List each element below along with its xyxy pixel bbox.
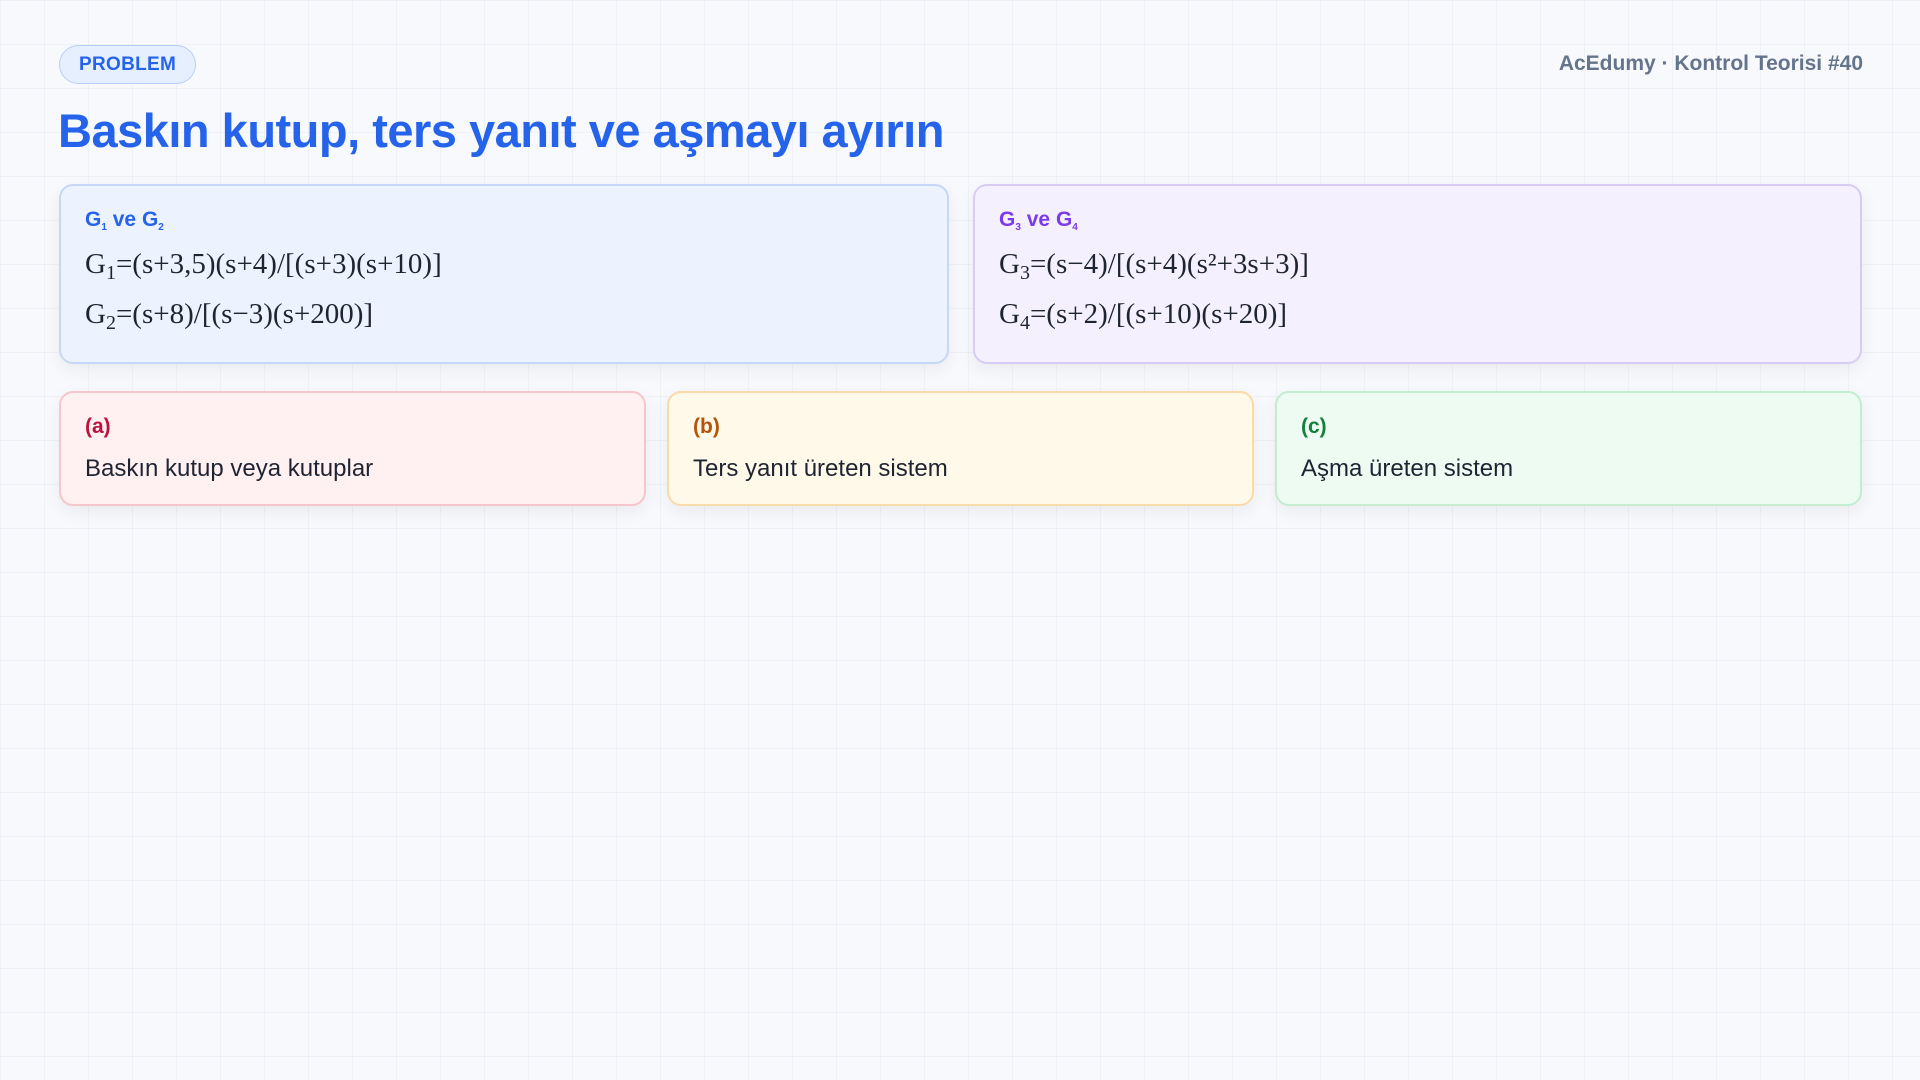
question-card-a: (a) Baskın kutup veya kutuplar (59, 391, 646, 506)
system-card-heading: G1 ve G2 (85, 208, 164, 233)
transfer-function-g3: G3=(s−4)/[(s+4)(s²+3s+3)] (999, 248, 1309, 284)
question-card-b: (b) Ters yanıt üreten sistem (667, 391, 1254, 506)
question-text: Ters yanıt üreten sistem (693, 455, 948, 482)
brand-label: AcEdumy · Kontrol Teorisi #40 (1558, 52, 1863, 75)
problem-badge: PROBLEM (59, 45, 197, 84)
question-text: Aşma üreten sistem (1301, 455, 1514, 482)
question-tag: (b) (693, 415, 720, 438)
question-tag: (c) (1301, 415, 1327, 438)
transfer-function-g2: G2=(s+8)/[(s−3)(s+200)] (85, 298, 374, 334)
question-card-c: (c) Aşma üreten sistem (1275, 391, 1862, 506)
transfer-function-g4: G4=(s+2)/[(s+10)(s+20)] (999, 298, 1288, 334)
question-tag: (a) (85, 415, 111, 438)
system-card-heading: G3 ve G4 (999, 208, 1078, 233)
question-text: Baskın kutup veya kutuplar (85, 455, 374, 482)
transfer-function-g1: G1=(s+3,5)(s+4)/[(s+3)(s+10)] (85, 248, 442, 284)
system-card-g1-g2: G1 ve G2 G1=(s+3,5)(s+4)/[(s+3)(s+10)] G… (59, 184, 949, 364)
page-title: Baskın kutup, ters yanıt ve aşmayı ayırı… (58, 104, 944, 157)
system-card-g3-g4: G3 ve G4 G3=(s−4)/[(s+4)(s²+3s+3)] G4=(s… (973, 184, 1862, 364)
